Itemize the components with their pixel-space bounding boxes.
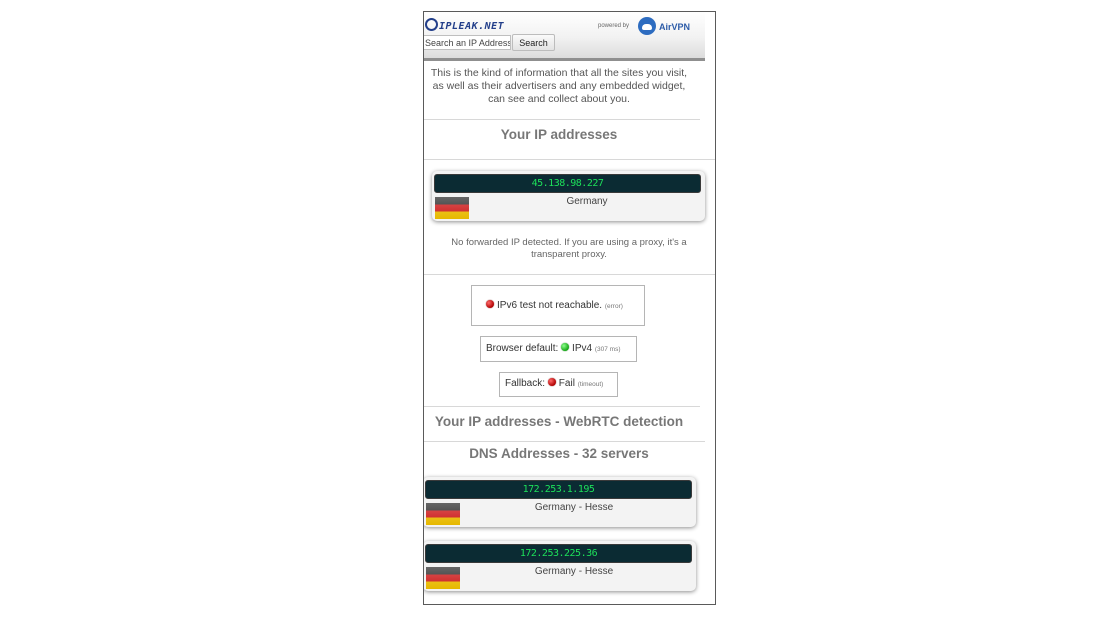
logo-text: IPLEAK.NET [439,21,505,32]
fallback-detail: (timeout) [577,381,604,388]
fallback-box: Fallback: Fail (timeout) [499,372,618,397]
divider [424,159,715,160]
site-logo[interactable]: IPLEAK.NET [425,18,504,32]
dns-ip-bar[interactable]: 172.253.225.36 [425,544,692,563]
section-title-ip: Your IP addresses [500,127,618,142]
status-red-dot-icon [547,378,556,386]
dns-server-card: 172.253.225.36 Germany - Hesse [424,541,696,591]
airvpn-logo-text[interactable]: AirVPN [659,22,690,32]
dns-location: Germany - Hesse [534,566,614,577]
fallback-label: Fallback: [505,378,546,389]
intro-text: This is the kind of information that all… [430,67,688,105]
divider [424,406,700,407]
divider [424,274,715,275]
germany-flag-icon [435,197,469,219]
dns-location: Germany - Hesse [534,502,614,513]
airvpn-cloud-icon[interactable] [638,17,656,35]
section-title-webrtc: Your IP addresses - WebRTC detection [434,414,684,429]
forwarded-ip-note: No forwarded IP detected. If you are usi… [451,237,687,260]
search-button[interactable]: Search [512,34,555,51]
ip-address-bar[interactable]: 45.138.98.227 [434,174,701,193]
browser-default-detail: (307 ms) [594,346,621,353]
divider [424,441,705,442]
site-header: IPLEAK.NET powered by AirVPN Search [424,12,705,61]
browser-default-box: Browser default: IPv4 (307 ms) [480,336,637,362]
ipv6-status-box: IPv6 test not reachable. (error) [471,285,645,326]
germany-flag-icon [426,503,460,525]
browser-default-label: Browser default: [486,343,559,354]
browser-viewport: IPLEAK.NET powered by AirVPN Search This… [423,11,716,605]
status-green-dot-icon [561,343,570,351]
dns-ip-bar[interactable]: 172.253.1.195 [425,480,692,499]
ipv6-status-label: IPv6 test not reachable. [497,300,603,311]
ipv6-status-detail: (error) [604,303,623,310]
dns-server-card: 172.253.1.195 Germany - Hesse [424,477,696,527]
ip-country: Germany [566,196,608,207]
magnifier-icon [425,18,438,31]
section-title-dns: DNS Addresses - 32 servers [469,446,649,461]
ip-card: 45.138.98.227 Germany [432,171,705,221]
browser-default-value: IPv4 [572,343,593,354]
divider [424,119,700,120]
ip-search-input[interactable] [424,35,511,50]
status-red-dot-icon [486,300,494,308]
powered-by-label: powered by [598,23,630,29]
fallback-value: Fail [558,378,575,389]
germany-flag-icon [426,567,460,589]
